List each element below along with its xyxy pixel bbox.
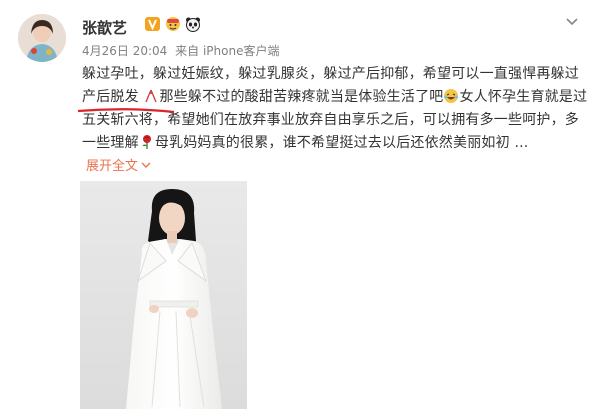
post-photo[interactable] [80, 181, 247, 409]
chevron-down-icon[interactable] [140, 159, 152, 171]
emoji-badge-icon[interactable] [165, 16, 181, 32]
sad-person-emoji-icon [143, 88, 159, 104]
chevron-down-icon[interactable] [564, 13, 580, 29]
expand-full-text-link[interactable]: 展开全文 [86, 155, 152, 174]
expand-label[interactable]: 展开全文 [86, 155, 138, 174]
user-badges [145, 16, 201, 32]
laugh-cry-emoji-icon [443, 88, 459, 104]
username[interactable]: 张歆艺 [82, 17, 127, 38]
woman-in-white-coat-photo [80, 181, 247, 409]
post-meta: 4月26日 20:04 来自 iPhone客户端 [82, 42, 283, 59]
post-line: 产后脱发 那些躲不过的酸甜苦辣疼就当是体验生活了吧 女人怀孕生育就是过 [77, 86, 587, 114]
post-text-segment: 那些躲不过的酸甜苦辣疼就当是体验生活了吧 [159, 89, 444, 105]
post-text-segment: 母乳妈妈真的很累，谁不希望挺过去以后还依然美丽如初 ... [154, 135, 529, 151]
vip-v-icon[interactable] [145, 16, 161, 32]
underlined-phrase: 产后脱发 [82, 89, 139, 105]
panda-icon[interactable] [185, 16, 201, 32]
post-text-segment: 女人怀孕生育就是过 [459, 89, 588, 105]
post-text-segment: 一些理解 [82, 135, 139, 151]
rose-emoji-icon [139, 134, 155, 150]
post-line: 一些理解 母乳妈妈真的很累，谁不希望挺过去以后还依然美丽如初 ... [82, 132, 582, 155]
red-underline-annotation [77, 108, 175, 114]
post-date[interactable]: 4月26日 20:04 [82, 44, 167, 58]
avatar[interactable] [18, 14, 66, 62]
post-text: 躲过孕吐，躲过妊娠纹，躲过乳腺炎，躲过产后抑郁，希望可以一直强悍再躲过 产后脱发… [77, 63, 587, 155]
post-source: 来自 iPhone客户端 [175, 44, 280, 58]
underlined-text: 产后脱发 [77, 86, 175, 114]
post-line: 躲过孕吐，躲过妊娠纹，躲过乳腺炎，躲过产后抑郁，希望可以一直强悍再躲过 [82, 66, 579, 82]
